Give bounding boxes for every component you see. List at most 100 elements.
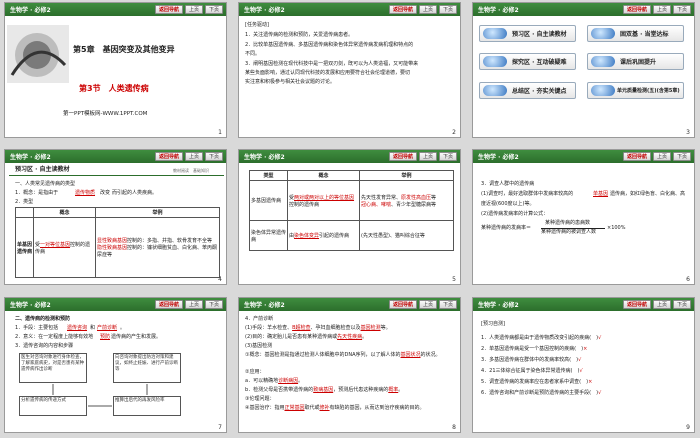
prev-page-button[interactable]: 上页 xyxy=(418,152,437,161)
table-header: 概念 xyxy=(287,170,360,181)
text-line: 度近视(600度以上)等。 xyxy=(481,201,535,207)
quiz-item: 4．21三体综合征属于染色体异常遗传病( )√ xyxy=(481,368,583,374)
menu-explore[interactable]: 探究区 · 互动破疑难 xyxy=(479,53,576,70)
subject-label: 生物学 · 必修2 xyxy=(244,302,285,309)
menu-unit-test[interactable]: 单元质量检测(五)(含第5章) xyxy=(587,82,684,99)
goal-line: 2．比较单基因遗传病、多基因遗传病和染色体异常遗传病发病机理和特点的 xyxy=(245,42,414,48)
slide-3[interactable]: 生物学 · 必修2 返回导航 上页 下页 预习区 · 自主读教材 固双基 · 当… xyxy=(472,2,695,138)
slide-2[interactable]: 生物学 · 必修2 返回导航 上页 下页 [任务驱动] 1．关注遗传病的检测和预… xyxy=(238,2,461,138)
subject-label: 生物学 · 必修2 xyxy=(478,7,519,14)
table-header: 举例 xyxy=(95,207,220,218)
return-nav-button[interactable]: 返回导航 xyxy=(154,5,183,14)
menu-after-class[interactable]: 课后巩固提升 xyxy=(587,53,684,70)
section-heading: 预习区 · 自主读教材 xyxy=(15,166,70,173)
slide-1[interactable]: 生物学 · 必修2 返回导航 上页 下页 第5章 基因突变及其他变异 第3节 人… xyxy=(4,2,227,138)
text-line: 3．调查人群中的遗传病 xyxy=(481,181,535,187)
text-line: 某种遗传病的发病率＝ xyxy=(481,225,532,231)
quiz-mark: × xyxy=(588,379,593,385)
text-line: (1)调查时，最好选取群体中发病率较高的 xyxy=(481,191,574,197)
slide-header: 生物学 · 必修2 返回导航 上页 下页 xyxy=(473,150,694,163)
disc-icon xyxy=(483,56,507,67)
slide-header: 生物学 · 必修2 返回导航 上页 下页 xyxy=(5,150,226,163)
prev-page-button[interactable]: 上页 xyxy=(652,5,671,14)
formula-denominator: 某种遗传病的被调查人数 xyxy=(541,229,597,235)
next-page-button[interactable]: 下页 xyxy=(438,300,457,309)
slide-7[interactable]: 生物学 · 必修2 返回导航 上页 下页 二、遗传病的检测和预防 1．手段：主要… xyxy=(4,297,227,433)
next-page-button[interactable]: 下页 xyxy=(438,152,457,161)
prev-page-button[interactable]: 上页 xyxy=(418,300,437,309)
next-page-button[interactable]: 下页 xyxy=(438,5,457,14)
disc-icon xyxy=(591,85,615,96)
next-page-button[interactable]: 下页 xyxy=(204,5,223,14)
prev-page-button[interactable]: 上页 xyxy=(652,152,671,161)
disease-type-table: 概念 举例 单基因遗传病 受一对等位基因控制的遗传病 显性致病基因控制的：多指、… xyxy=(15,207,220,278)
slide-5[interactable]: 生物学 · 必修2 返回导航 上页 下页 类型 概念 举例 多基因遗传病 受两对… xyxy=(238,149,461,285)
row-examples: (先天性愚型)、猫叫综合征等 xyxy=(359,220,454,251)
next-page-button[interactable]: 下页 xyxy=(672,152,691,161)
menu-summary[interactable]: 总结区 · 夯实关键点 xyxy=(479,82,576,99)
text-line: b．检测父母是否携带遗传病的致病基因，预测后代患这种疾病的概率。 xyxy=(245,387,404,393)
return-nav-button[interactable]: 返回导航 xyxy=(388,300,417,309)
menu-consolidate[interactable]: 固双基 · 当堂达标 xyxy=(587,25,684,42)
footer-text: 第一PPT模板网-WWW.1PPT.COM xyxy=(63,111,148,117)
subject-label: 生物学 · 必修2 xyxy=(478,302,519,309)
page-number: 2 xyxy=(452,129,456,136)
row-concept: 受一对等位基因控制的遗传病 xyxy=(33,217,96,278)
menu-preview[interactable]: 预习区 · 自主读教材 xyxy=(479,25,576,42)
slide-header: 生物学 · 必修2 返回导航 上页 下页 xyxy=(473,298,694,311)
text-line: (1)手段：羊水检查、B超检查、孕妇血细胞检查以及基因检测等。 xyxy=(245,325,391,331)
page-number: 9 xyxy=(686,424,690,431)
quiz-mark: √ xyxy=(578,357,582,363)
quiz-mark: √ xyxy=(579,368,583,374)
next-page-button[interactable]: 下页 xyxy=(204,152,223,161)
page-number: 4 xyxy=(218,276,222,283)
dna-photo xyxy=(7,25,69,83)
goal-line: 某些负面影响，通过认同现代科技的发展和应用要符合社会伦理道德，要切 xyxy=(245,70,411,76)
page-number: 7 xyxy=(218,424,222,431)
formula-suffix: ×100% xyxy=(607,225,626,231)
text-line: ①概念：基因检测是指通过检测人体细胞中的DNA序列，以了解人体的基因状况的状况。 xyxy=(245,352,441,358)
goal-line: 不同。 xyxy=(245,51,261,57)
section-tag: 教材阅读 基础知识 xyxy=(173,168,209,173)
page-number: 3 xyxy=(686,129,690,136)
quiz-mark: √ xyxy=(598,335,602,341)
text-line: ②应用： xyxy=(245,369,265,375)
return-nav-button[interactable]: 返回导航 xyxy=(622,5,651,14)
return-nav-button[interactable]: 返回导航 xyxy=(622,152,651,161)
return-nav-button[interactable]: 返回导航 xyxy=(388,5,417,14)
goal-line: 实注意和积极参与相关社会议题的讨论。 xyxy=(245,79,336,85)
goal-title: [任务驱动] xyxy=(245,22,269,28)
prev-page-button[interactable]: 上页 xyxy=(184,152,203,161)
row-label: 单基因遗传病 xyxy=(15,217,34,278)
disc-icon xyxy=(483,28,507,39)
page-number: 5 xyxy=(452,276,456,283)
text-line: 遗传病，如红绿色盲、白化病、高 xyxy=(610,191,686,197)
slide-9[interactable]: 生物学 · 必修2 返回导航 上页 下页 [预习自测] 1．人类遗传病都是由于遗… xyxy=(472,297,695,433)
next-page-button[interactable]: 下页 xyxy=(672,5,691,14)
page-number: 8 xyxy=(452,424,456,431)
return-nav-button[interactable]: 返回导航 xyxy=(388,152,417,161)
text-line: (2)目的：确定胎儿是否患有某种遗传病或先天性疾病。 xyxy=(245,334,368,340)
prev-page-button[interactable]: 上页 xyxy=(652,300,671,309)
text-line: ④基因治疗：指用正常基因取代或修补有缺陷的基因，从而达到治疗疾病的目的。 xyxy=(245,405,425,411)
return-nav-button[interactable]: 返回导航 xyxy=(622,300,651,309)
subject-label: 生物学 · 必修2 xyxy=(244,154,285,161)
slide-header: 生物学 · 必修2 返回导航 上页 下页 xyxy=(239,3,460,16)
row-label: 染色体异常遗传病 xyxy=(249,220,288,251)
subject-label: 生物学 · 必修2 xyxy=(478,154,519,161)
text-line: 改变 xyxy=(100,190,111,196)
prev-page-button[interactable]: 上页 xyxy=(418,5,437,14)
slide-4[interactable]: 生物学 · 必修2 返回导航 上页 下页 预习区 · 自主读教材 教材阅读 基础… xyxy=(4,149,227,285)
next-page-button[interactable]: 下页 xyxy=(672,300,691,309)
prev-page-button[interactable]: 上页 xyxy=(184,5,203,14)
subject-label: 生物学 · 必修2 xyxy=(10,7,51,14)
return-nav-button[interactable]: 返回导航 xyxy=(154,152,183,161)
slide-8[interactable]: 生物学 · 必修2 返回导航 上页 下页 4．产前诊断 (1)手段：羊水检查、B… xyxy=(238,297,461,433)
chapter-title: 第5章 基因突变及其他变异 xyxy=(73,45,175,54)
row-concept: 受两对或两对以上的等位基因控制的遗传病 xyxy=(287,180,360,221)
row-concept: 由染色体变异引起的遗传病 xyxy=(287,220,360,251)
disease-type-table: 类型 概念 举例 多基因遗传病 受两对或两对以上的等位基因控制的遗传病 先天性发… xyxy=(249,170,454,251)
heading-rule xyxy=(9,175,224,176)
page-number: 6 xyxy=(686,276,690,283)
slide-6[interactable]: 生物学 · 必修2 返回导航 上页 下页 3．调查人群中的遗传病 (1)调查时，… xyxy=(472,149,695,285)
